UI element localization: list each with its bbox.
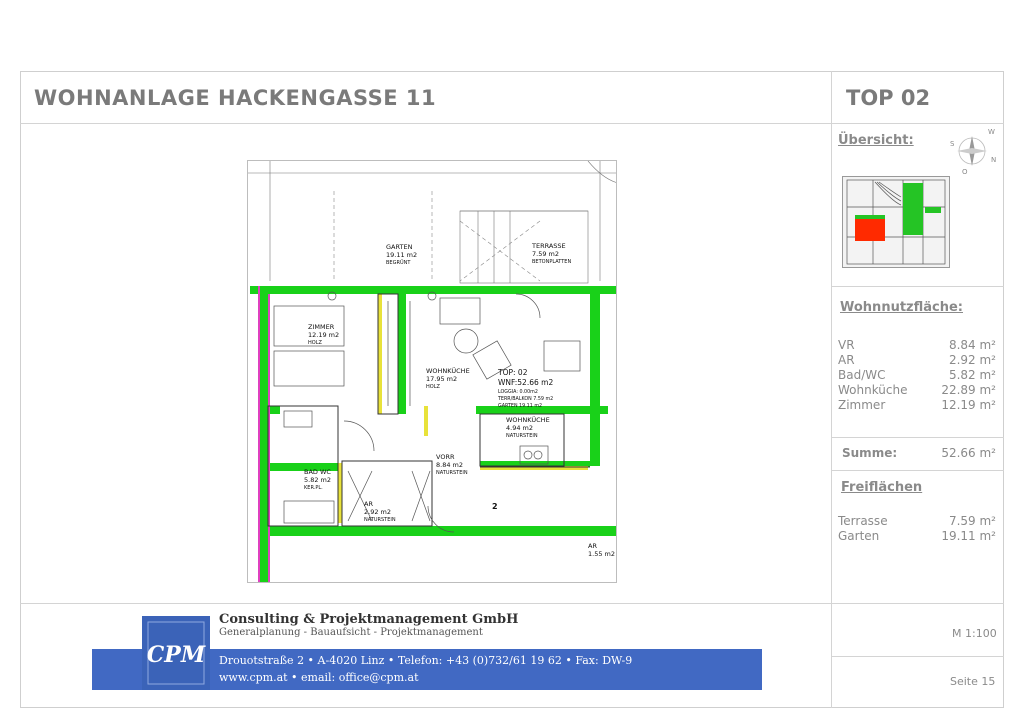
company-subtitle: Generalplanung - Bauaufsicht - Projektma… [219, 627, 483, 638]
sidebar-divider-2 [831, 437, 1004, 438]
plan-label-garten: GARTEN [386, 243, 413, 251]
scale-label: M 1:100 [952, 627, 997, 640]
plan-floor-terrasse: BETONPLATTEN [532, 259, 571, 265]
plan-area-terrasse: 7.59 m2 [532, 250, 559, 258]
sum-label: Summe: [842, 446, 898, 460]
floor-plan: GARTEN 19.11 m2 BEGRÜNT TERRASSE 7.59 m2… [247, 160, 617, 583]
plan-area-ar2: 1.55 m2 [588, 550, 615, 558]
outdoor-row-value: 19.11 m² [941, 529, 996, 543]
unit-title: TOP 02 [846, 86, 931, 110]
plan-summary-terr: TERR/BALKON 7.59 m2 [497, 396, 553, 402]
project-title: WOHNANLAGE HACKENGASSE 11 [34, 86, 437, 110]
area-row-value: 5.82 m² [948, 368, 996, 382]
plan-floor-kueche: NATURSTEIN [506, 433, 538, 439]
sidebar-divider-1 [831, 286, 1004, 287]
plan-floor-garten: BEGRÜNT [386, 259, 411, 266]
company-address: Drouotstraße 2 • A-4020 Linz • Telefon: … [219, 654, 633, 667]
area-heading: Wohnnutzfläche: [840, 300, 963, 315]
plan-label-ar2: AR [588, 542, 597, 550]
svg-text:N: N [991, 156, 996, 164]
plan-label-wohnkueche: WOHNKÜCHE [426, 366, 470, 375]
header-divider [20, 123, 1004, 124]
svg-text:W: W [988, 128, 995, 136]
area-row-value: 8.84 m² [948, 338, 996, 352]
area-row-value: 22.89 m² [941, 383, 996, 397]
plan-floor-bad: KER.PL. [304, 485, 323, 491]
plan-label-kueche: WOHNKÜCHE [506, 415, 550, 424]
area-row-label: VR [838, 338, 855, 352]
area-row-label: AR [838, 353, 855, 367]
plan-area-garten: 19.11 m2 [386, 251, 417, 259]
svg-text:O: O [962, 168, 968, 174]
plan-label-terrasse: TERRASSE [531, 242, 566, 250]
plan-summary-garten: GARTEN 19.11 m2 [498, 403, 542, 409]
cpm-logo: CPM [142, 616, 210, 690]
plan-floor-wohnkueche: HOLZ [426, 384, 440, 390]
sidebar-divider-4 [831, 656, 1004, 657]
plan-summary-top: TOP: 02 [497, 368, 528, 377]
company-name: Consulting & Projektmanagement GmbH [219, 612, 519, 627]
plan-stair-number: 2 [492, 502, 498, 511]
plan-floor-ar: NATURSTEIN [364, 517, 396, 523]
plan-area-wohnkueche: 17.95 m2 [426, 375, 457, 383]
plan-summary-wnf: WNF:52.66 m2 [498, 378, 553, 387]
area-row-value: 2.92 m² [948, 353, 996, 367]
plan-area-vorr: 8.84 m2 [436, 461, 463, 469]
sum-value: 52.66 m² [941, 446, 996, 460]
plan-label-vorr: VORR [436, 453, 455, 461]
compass-icon: W N S O [950, 128, 996, 174]
footer-divider [20, 603, 1004, 604]
plan-label-ar: AR [364, 500, 373, 508]
plan-area-zimmer: 12.19 m2 [308, 331, 339, 339]
plan-floor-zimmer: HOLZ [308, 340, 322, 346]
area-row-label: Zimmer [838, 398, 886, 412]
plan-label-bad: BAD WC [304, 468, 331, 476]
outdoor-row-value: 7.59 m² [948, 514, 996, 528]
sidebar-divider [831, 71, 832, 708]
plan-area-bad: 5.82 m2 [304, 476, 331, 484]
page-number: Seite 15 [950, 675, 996, 688]
plan-label-zimmer: ZIMMER [308, 323, 335, 331]
plan-summary-loggia: LOGGIA: 0.00m2 [498, 389, 538, 395]
sidebar-divider-3 [831, 470, 1004, 471]
area-row-label: Wohnküche [838, 383, 908, 397]
outdoor-row-label: Garten [838, 529, 880, 543]
company-web: www.cpm.at • email: office@cpm.at [219, 671, 419, 684]
plan-floor-vorr: NATURSTEIN [436, 470, 468, 476]
area-row-label: Bad/WC [838, 368, 886, 382]
overview-minimap [842, 176, 950, 268]
logo-text: CPM [147, 642, 206, 668]
area-row-value: 12.19 m² [941, 398, 996, 412]
outdoor-heading: Freiflächen [841, 480, 923, 495]
plan-area-ar: 2.92 m2 [364, 508, 391, 516]
outdoor-row-label: Terrasse [838, 514, 888, 528]
overview-label: Übersicht: [838, 133, 914, 148]
svg-text:S: S [950, 140, 955, 148]
plan-area-kueche: 4.94 m2 [506, 424, 533, 432]
